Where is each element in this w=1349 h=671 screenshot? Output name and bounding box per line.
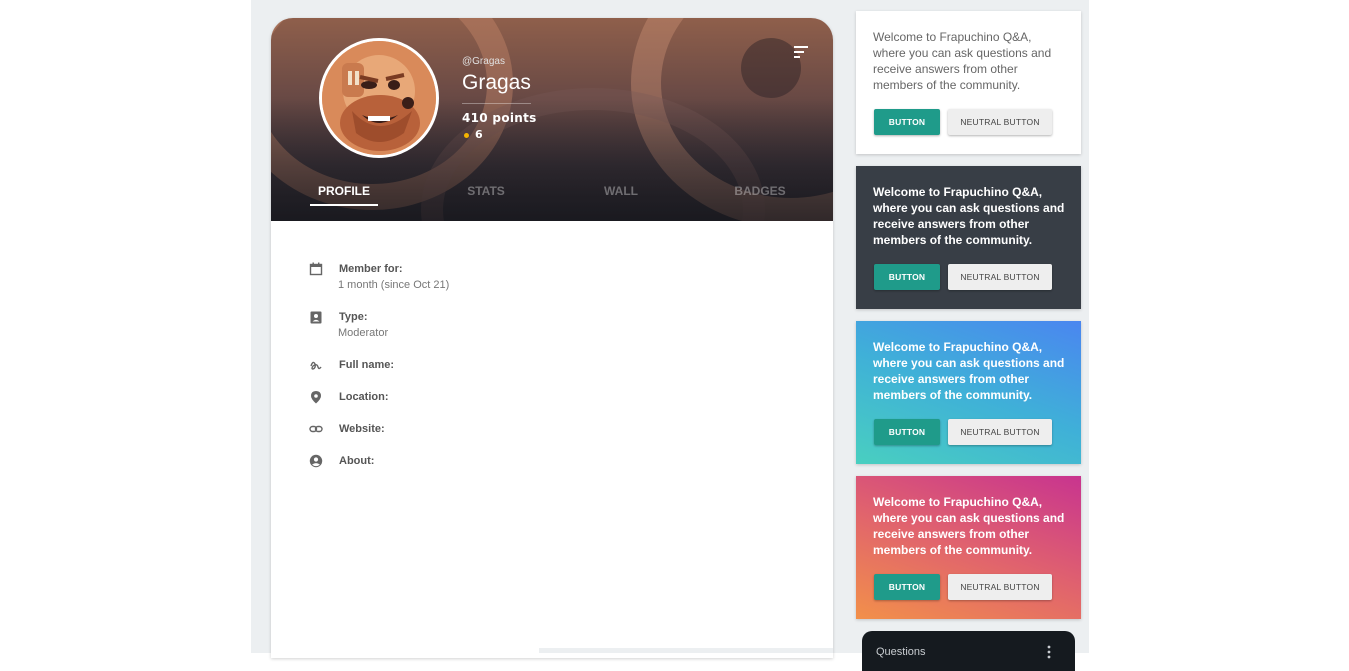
welcome-text: Welcome to Frapuchino Q&A, where you can…: [873, 185, 1065, 247]
calendar-icon: [309, 262, 323, 276]
neutral-button[interactable]: NEUTRAL BUTTON: [948, 264, 1052, 290]
questions-widget: Questions: [862, 631, 1075, 671]
active-tab-indicator: [310, 204, 378, 206]
tab-wall[interactable]: WALL: [586, 184, 656, 206]
detail-value: Moderator: [338, 327, 389, 339]
badge-count-value: 6: [475, 128, 483, 141]
detail-label: Type:: [339, 311, 368, 323]
welcome-card-white: Welcome to Frapuchino Q&A, where you can…: [856, 11, 1081, 154]
welcome-card-pink: Welcome to Frapuchino Q&A, where you can…: [856, 476, 1081, 619]
detail-label: About:: [339, 455, 375, 467]
id-badge-icon: [310, 311, 322, 324]
neutral-button[interactable]: NEUTRAL BUTTON: [948, 419, 1052, 445]
primary-button[interactable]: BUTTON: [874, 419, 940, 445]
welcome-text: Welcome to Frapuchino Q&A, where you can…: [873, 495, 1065, 557]
detail-label: Full name:: [339, 359, 395, 371]
profile-handle: @Gragas: [462, 56, 505, 67]
profile-header: @Gragas Gragas 410 points 6 PROFILE STAT…: [271, 18, 833, 221]
detail-label: Member for:: [339, 263, 403, 275]
tab-badges[interactable]: BADGES: [725, 184, 795, 206]
profile-points: 410 points: [462, 111, 537, 125]
tab-stats[interactable]: STATS: [451, 184, 521, 206]
signature-icon: [310, 361, 322, 370]
profile-card: @Gragas Gragas 410 points 6 PROFILE STAT…: [271, 18, 833, 658]
avatar[interactable]: [319, 38, 439, 158]
welcome-text: Welcome to Frapuchino Q&A, where you can…: [873, 30, 1052, 92]
content-footer-strip: [539, 648, 833, 653]
profile-name: Gragas: [462, 71, 531, 94]
more-vert-icon[interactable]: [1047, 645, 1051, 659]
welcome-card-blue: Welcome to Frapuchino Q&A, where you can…: [856, 321, 1081, 464]
tab-profile[interactable]: PROFILE: [310, 184, 378, 206]
detail-value: 1 month (since Oct 21): [338, 279, 450, 291]
welcome-text: Welcome to Frapuchino Q&A, where you can…: [873, 340, 1065, 402]
link-icon: [309, 425, 323, 433]
neutral-button[interactable]: NEUTRAL BUTTON: [948, 109, 1052, 135]
sort-menu-icon[interactable]: [793, 45, 809, 59]
primary-button[interactable]: BUTTON: [874, 264, 940, 290]
primary-button[interactable]: BUTTON: [874, 109, 940, 135]
welcome-card-dark: Welcome to Frapuchino Q&A, where you can…: [856, 166, 1081, 309]
badge-count: 6: [464, 128, 483, 141]
name-divider: [462, 103, 531, 104]
gold-badge-icon: [464, 132, 469, 138]
primary-button[interactable]: BUTTON: [874, 574, 940, 600]
neutral-button[interactable]: NEUTRAL BUTTON: [948, 574, 1052, 600]
location-pin-icon: [311, 391, 321, 404]
account-circle-icon: [309, 454, 323, 468]
detail-label: Location:: [339, 391, 389, 403]
avatar-image: [322, 41, 436, 155]
profile-tabs: PROFILE STATS WALL BADGES: [271, 184, 833, 221]
detail-label: Website:: [339, 423, 385, 435]
questions-title: Questions: [876, 646, 926, 658]
